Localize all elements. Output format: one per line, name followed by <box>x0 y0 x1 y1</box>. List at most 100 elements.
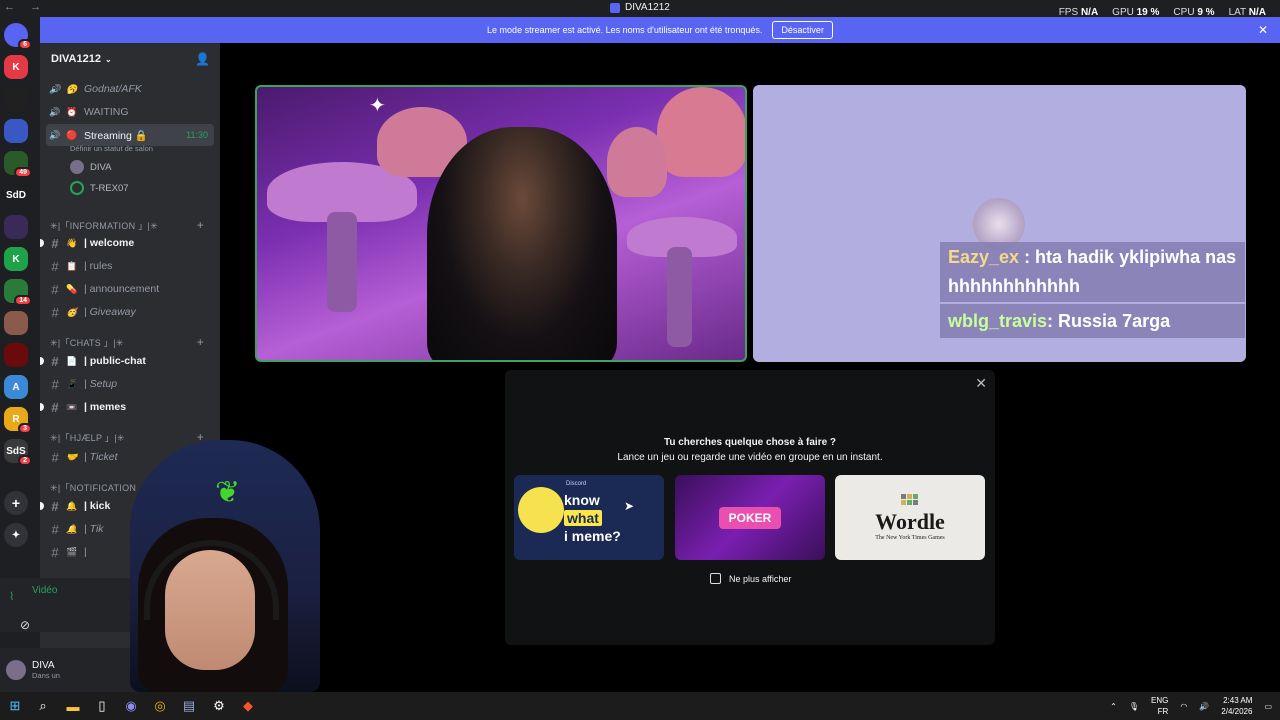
text-channel[interactable]: # 💊 | announcement <box>46 278 214 300</box>
cursor-icon: ➤ <box>623 499 634 513</box>
category-label: ✳|「CHATS 」|✳ <box>50 337 124 348</box>
stream-tile-chat[interactable]: Eazy_ex : hta hadik yklipiwha nas hhhhhh… <box>753 85 1246 362</box>
brave-icon[interactable]: ◆ <box>239 697 257 715</box>
notification-icon[interactable]: ▭ <box>1264 702 1272 711</box>
channel-label: | announcement <box>84 283 160 295</box>
text-channel[interactable]: # 📋 | rules <box>46 255 214 277</box>
text-channel[interactable]: # 📼 | memes <box>40 396 214 418</box>
scene-decoration <box>667 247 692 347</box>
server-icon[interactable]: 49 <box>4 151 32 178</box>
streamer-mode-banner: Le mode streamer est activé. Les noms d'… <box>40 17 1280 43</box>
server-icon[interactable] <box>4 215 28 239</box>
server-icon[interactable]: K <box>4 247 28 271</box>
mic-icon[interactable]: 🎙 <box>1129 702 1139 711</box>
taskbar: ⊞ ⌕ ▬ ▯ ◉ ◎ ▤ ⚙ ◆ ⌃ 🎙 ENG FR ◠ 🔊 2:43 AM 2… <box>0 692 1280 720</box>
server-icon-label: K <box>12 253 20 265</box>
channel-label: | memes <box>84 401 127 413</box>
voice-channel[interactable]: 🔊 🔴 Streaming 🔒 11:30 <box>46 124 214 146</box>
channel-label: | Giveaway <box>84 306 136 318</box>
stream-tile-camera[interactable]: ✦ <box>255 85 747 362</box>
server-icon[interactable] <box>4 87 28 111</box>
popup-title: Tu cherches quelque chose à faire ? <box>663 437 837 448</box>
meme-logo: know what i meme? <box>564 492 621 544</box>
invite-user-icon[interactable]: 👤 <box>195 52 210 66</box>
close-icon[interactable]: ✕ <box>975 375 987 392</box>
file-explorer-icon[interactable]: ▬ <box>64 697 82 715</box>
activity-card-poker[interactable]: POKER <box>675 475 825 560</box>
disable-streamer-mode-button[interactable]: Désactiver <box>772 21 833 39</box>
channel-emoji: 🥳 <box>66 306 78 317</box>
avatar[interactable] <box>6 660 26 680</box>
discover-icon[interactable]: ✦ <box>4 523 28 547</box>
add-channel-icon[interactable]: + <box>197 335 204 349</box>
hash-icon: # <box>51 353 59 369</box>
wordle-logo: Wordle The New York Times Games <box>875 494 945 541</box>
add-server-icon[interactable]: + <box>4 491 28 515</box>
streamer-person <box>427 127 617 360</box>
poker-logo: POKER <box>718 506 782 529</box>
text-channel[interactable]: # 🥳 | Giveaway <box>46 301 214 323</box>
server-icon[interactable]: 6 <box>4 23 32 50</box>
server-icon[interactable]: A <box>4 375 28 399</box>
server-icon-label: SdD <box>6 189 26 201</box>
voice-connected-label: Vidéo <box>32 585 58 596</box>
channel-label: Godnat/AFK <box>84 83 142 95</box>
start-icon[interactable]: ⊞ <box>6 697 24 715</box>
server-header[interactable]: DIVA1212 ⌄ 👤 <box>40 43 220 75</box>
settings-icon[interactable]: ⚙ <box>210 697 228 715</box>
screenshare-off-icon[interactable]: ⊘ <box>20 618 30 632</box>
server-icon[interactable]: 14 <box>4 279 32 306</box>
user-name: DIVA <box>32 660 55 671</box>
chevron-up-icon[interactable]: ⌃ <box>1110 702 1117 711</box>
server-icon[interactable] <box>4 343 28 367</box>
checkbox-box[interactable] <box>710 573 721 584</box>
avatar <box>70 160 84 174</box>
server-icon[interactable]: SdD <box>4 183 28 207</box>
discord-taskbar-icon[interactable]: ◉ <box>122 697 140 715</box>
channel-label: Streaming 🔒 <box>84 129 148 142</box>
close-icon[interactable]: ✕ <box>1258 23 1268 37</box>
chat-nick: wblg_travis <box>948 310 1048 331</box>
clock[interactable]: 2:43 AM 2/4/2026 <box>1221 695 1252 717</box>
dont-show-again-checkbox[interactable]: Ne plus afficher <box>710 573 791 584</box>
language-indicator[interactable]: ENG FR <box>1151 695 1168 717</box>
app-icon[interactable]: ▤ <box>180 697 198 715</box>
voice-user[interactable]: T-REX07 <box>70 178 129 198</box>
unread-indicator <box>40 403 44 411</box>
category-information[interactable]: ✳|「INFORMATION 」|✳ + <box>50 218 210 232</box>
chat-text: : hta hadik yklipiwha nas <box>1019 247 1237 267</box>
server-icon[interactable] <box>4 119 28 143</box>
signal-icon: ⌇ <box>9 591 15 603</box>
voice-user[interactable]: DIVA <box>70 157 111 177</box>
search-icon[interactable]: ⌕ <box>34 697 52 715</box>
channel-emoji: 📄 <box>66 355 78 366</box>
voice-status[interactable]: Définir un statut de salon <box>70 144 153 153</box>
voice-stage: ✦ Eazy_ex : hta hadik yklipiwha nas hhhh… <box>220 43 1280 692</box>
nav-arrows[interactable]: ← → <box>4 1 47 13</box>
activity-card-know-what-i-meme[interactable]: Discord know what i meme? ➤ <box>514 475 664 560</box>
activity-card-wordle[interactable]: Wordle The New York Times Games <box>835 475 985 560</box>
scene-decoration <box>657 87 745 177</box>
server-icon[interactable]: SdS 2 <box>4 439 32 466</box>
mention-badge: 2 <box>18 455 32 466</box>
server-icon[interactable]: R3 <box>4 407 32 434</box>
text-channel[interactable]: # 👋 | welcome <box>40 232 214 254</box>
server-icon[interactable] <box>4 311 28 335</box>
channel-emoji: ⏰ <box>66 106 78 117</box>
speaker-icon: 🔊 <box>49 106 61 117</box>
notepad-icon[interactable]: ▯ <box>93 697 111 715</box>
channel-label: | Setup <box>84 378 118 390</box>
chrome-icon[interactable]: ◎ <box>151 697 169 715</box>
text-channel[interactable]: # 📄 | public-chat <box>40 350 214 372</box>
channel-emoji: 🔴 <box>66 129 78 140</box>
category-chats[interactable]: ✳|「CHATS 」|✳ + <box>50 335 210 349</box>
volume-icon[interactable]: 🔊 <box>1199 702 1209 711</box>
text-channel[interactable]: # 📱 | Setup <box>46 373 214 395</box>
add-channel-icon[interactable]: + <box>197 218 204 232</box>
scene-decoration <box>607 127 667 197</box>
voice-channel[interactable]: 🔊 🥱 Godnat/AFK <box>46 78 214 100</box>
wifi-icon[interactable]: ◠ <box>1180 702 1187 711</box>
server-icon-label: K <box>12 61 20 73</box>
server-icon[interactable]: K <box>4 55 28 79</box>
voice-channel[interactable]: 🔊 ⏰ WAITING <box>46 101 214 123</box>
